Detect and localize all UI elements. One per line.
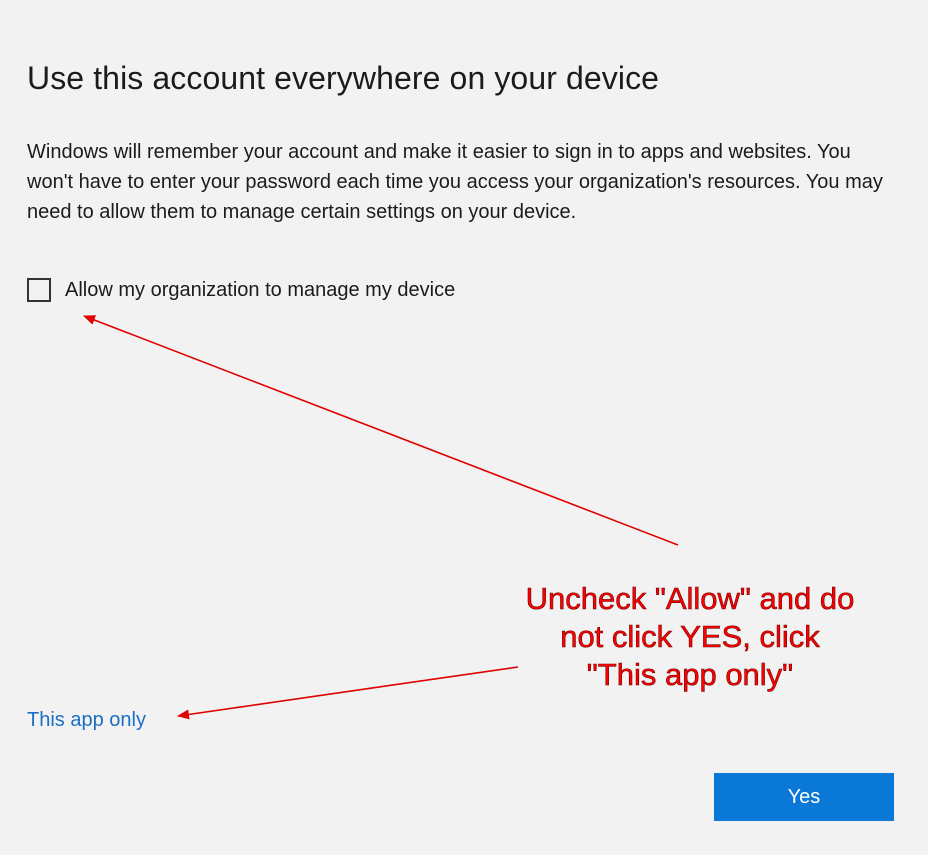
annotation-callout: Uncheck "Allow" and do not click YES, cl… bbox=[490, 580, 890, 694]
manage-device-checkbox-label[interactable]: Allow my organization to manage my devic… bbox=[65, 279, 455, 302]
manage-device-checkbox-row[interactable]: Allow my organization to manage my devic… bbox=[27, 278, 455, 302]
this-app-only-link[interactable]: This app only bbox=[27, 709, 146, 732]
annotation-arrow-to-checkbox bbox=[83, 315, 679, 546]
annotation-line-2: not click YES, click bbox=[560, 619, 820, 655]
manage-device-checkbox[interactable] bbox=[27, 278, 51, 302]
annotation-line-1: Uncheck "Allow" and do bbox=[525, 581, 855, 617]
yes-button[interactable]: Yes bbox=[714, 773, 894, 821]
annotation-line-3: "This app only" bbox=[586, 657, 794, 693]
dialog-description: Windows will remember your account and m… bbox=[27, 141, 883, 223]
dialog-title: Use this account everywhere on your devi… bbox=[27, 60, 660, 96]
annotation-arrow-to-link bbox=[177, 666, 519, 720]
